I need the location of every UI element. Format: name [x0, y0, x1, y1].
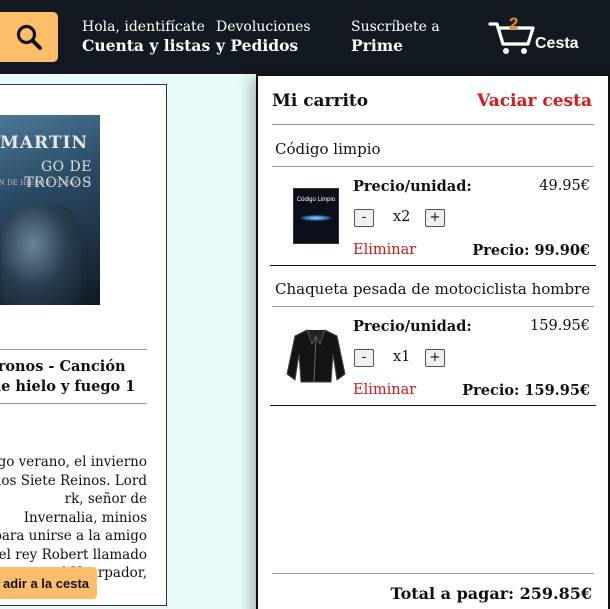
product-title[interactable]: tronos - Canción de hielo y fuego 1	[0, 357, 147, 397]
quantity-value: x1	[393, 349, 411, 365]
divider	[272, 166, 594, 167]
prime-subscribe-label: Suscríbete a	[351, 19, 440, 35]
increase-quantity-button[interactable]: +	[425, 349, 445, 367]
cart-label: Cesta	[535, 35, 579, 52]
returns-label: Devoluciones	[216, 19, 311, 35]
divider	[272, 573, 594, 574]
account-menu[interactable]: Hola, identifícate Cuenta y listas	[82, 18, 210, 56]
cart-item-name[interactable]: Código limpio	[275, 140, 381, 158]
divider	[272, 124, 594, 125]
cart-title: Mi carrito	[272, 91, 369, 111]
cart-panel: Mi carrito Vaciar cesta Código limpio Có…	[256, 74, 610, 609]
unit-price-value: 159.95€	[530, 318, 590, 334]
search-icon	[16, 24, 42, 50]
remove-item-button[interactable]: Eliminar	[353, 242, 416, 258]
remove-item-button[interactable]: Eliminar	[353, 382, 416, 398]
cart-item-name[interactable]: Chaqueta pesada de motociclista hombre	[275, 280, 590, 298]
account-greeting: Hola, identifícate	[82, 19, 205, 35]
unit-price-value: 49.95€	[539, 178, 590, 194]
cart-count-badge: 2	[509, 14, 519, 33]
divider	[0, 349, 147, 350]
divider	[270, 265, 596, 266]
cover-author: MARTIN	[0, 133, 88, 153]
book-cover-image[interactable]: MARTIN GO DE TRONOS ÓN DE HIELO Y FUEGO …	[0, 115, 100, 305]
line-total: Precio: 99.90€	[472, 242, 590, 259]
jacket-thumbnail[interactable]	[285, 326, 347, 384]
cover-subtitle: ÓN DE HIELO Y FUEGO / 1	[0, 179, 92, 187]
cart-total: Total a pagar: 259.85€	[390, 584, 592, 603]
unit-price-label: Precio/unidad:	[353, 178, 472, 195]
cart-item-thumbnail[interactable]: Código Limpio	[293, 188, 339, 244]
decrease-quantity-button[interactable]: -	[354, 349, 374, 367]
unit-price-label: Precio/unidad:	[353, 318, 472, 335]
divider	[0, 403, 147, 404]
cover-illustration	[1, 205, 81, 305]
thumbnail-title: Código Limpio	[296, 197, 336, 203]
prime-link[interactable]: Suscríbete a Prime	[351, 18, 440, 56]
thumbnail-graphic	[300, 215, 332, 221]
decrease-quantity-button[interactable]: -	[354, 209, 374, 227]
line-total: Precio: 159.95€	[462, 382, 590, 399]
cart-button[interactable]: 2 Cesta	[488, 14, 598, 58]
quantity-value: x2	[393, 209, 411, 225]
increase-quantity-button[interactable]: +	[425, 209, 445, 227]
product-description: go verano, el invierno los Siete Reinos.…	[0, 454, 147, 581]
divider	[270, 405, 596, 406]
search-button[interactable]	[0, 12, 58, 62]
product-card: MARTIN GO DE TRONOS ÓN DE HIELO Y FUEGO …	[0, 84, 167, 606]
clear-cart-button[interactable]: Vaciar cesta	[477, 91, 592, 111]
add-to-cart-button[interactable]: adir a la cesta	[0, 567, 97, 599]
account-lists-label: Cuenta y listas	[82, 36, 211, 55]
returns-orders-link[interactable]: Devoluciones y Pedidos	[216, 18, 311, 56]
orders-label: y Pedidos	[216, 36, 299, 55]
divider	[272, 306, 594, 307]
prime-label: Prime	[351, 36, 403, 55]
top-navigation-bar: Hola, identifícate Cuenta y listas Devol…	[0, 0, 610, 74]
